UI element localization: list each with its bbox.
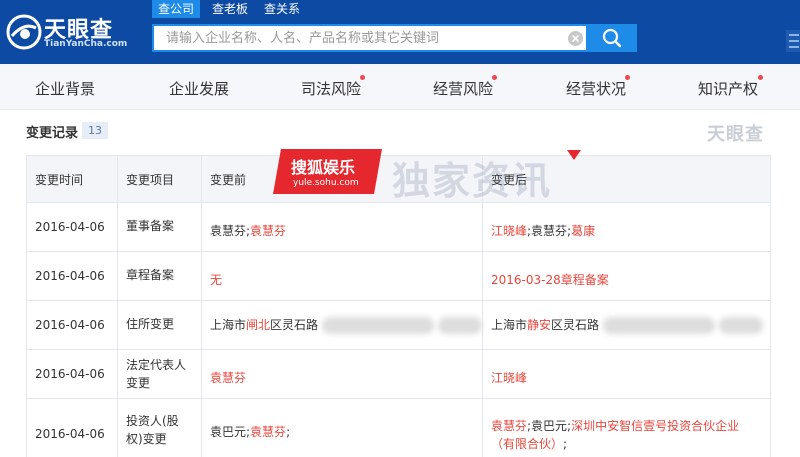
cell-date: 2016-04-06 (26, 398, 118, 457)
column-header-date: 变更时间 (26, 155, 118, 203)
nav-dot-legal-risk (360, 75, 365, 80)
section-title: 变更记录 (26, 126, 79, 141)
text-segment: 上海市 (210, 318, 247, 332)
text-segment: ;袁巴元; (527, 418, 572, 433)
cell-date: 2016-04-06 (26, 300, 118, 350)
top-header: 天眼查 TianYanCha.com 查公司 查老板 查关系 (0, 0, 800, 64)
text-segment: 袁巴元; (210, 424, 251, 439)
sohu-badge-name: 搜狐娱乐 (291, 158, 356, 177)
cell-after: 上海市静安区灵石路 (482, 300, 771, 350)
redacted-address (603, 317, 716, 334)
search-icon (602, 28, 622, 48)
cell-item: 法定代表人 变更 (117, 349, 202, 399)
text-segment-highlight: 无 (210, 273, 223, 287)
nav-item-operation-risk[interactable]: 经营风险 (433, 78, 493, 99)
logo[interactable]: 天眼查 TianYanCha.com (6, 8, 128, 56)
cell-after: 江晓峰;袁慧芬;葛康 (482, 202, 771, 252)
item-line: 权)变更 (126, 431, 167, 446)
redacted-address (322, 317, 435, 334)
cell-after: 江晓峰 (482, 349, 771, 399)
change-record-table: 变更时间 变更项目 变更前 变更后 2016-04-06 董事备案 袁慧芬;袁慧… (26, 155, 771, 457)
cell-before: 袁慧芬 (201, 349, 483, 399)
tianyancha-logo-icon (6, 14, 42, 50)
text-segment-highlight: 袁慧芬 (250, 424, 287, 439)
cell-before: 袁慧芬;袁慧芬 (201, 202, 483, 252)
column-header-item: 变更项目 (117, 155, 202, 203)
sohu-flag-icon (567, 150, 581, 160)
text-segment-highlight: 闸北 (246, 318, 271, 332)
text-segment-highlight: 袁慧芬 (491, 418, 528, 433)
record-count-badge: 13 (82, 122, 108, 139)
redacted-address (438, 317, 483, 334)
search-tab-company[interactable]: 查公司 (152, 0, 201, 18)
nav-dot-ip (758, 75, 763, 80)
cell-before: 上海市闸北区灵石路 (201, 300, 483, 350)
text-segment-highlight: 静安 (527, 318, 552, 332)
logo-subtitle: TianYanCha.com (44, 39, 128, 49)
search-button[interactable] (588, 24, 637, 52)
cell-before: 无 (201, 251, 483, 301)
text-segment-highlight: 葛康 (571, 224, 596, 238)
menu-edge-icon[interactable] (786, 30, 800, 52)
nav-item-development[interactable]: 企业发展 (169, 78, 229, 99)
text-segment: ; (286, 424, 291, 439)
cell-date: 2016-04-06 (26, 349, 118, 399)
text-segment-highlight: 袁慧芬 (250, 224, 287, 238)
table-row: 2016-04-06 投资人(股 权)变更 袁巴元;袁慧芬; 袁慧芬;袁巴元;深圳… (26, 398, 771, 457)
nav-item-ip[interactable]: 知识产权 (698, 78, 758, 99)
nav-item-operation-status[interactable]: 经营状况 (566, 78, 626, 99)
company-nav: 企业背景 企业发展 司法风险 经营风险 经营状况 知识产权 (0, 64, 800, 110)
text-segment: 袁慧芬; (210, 224, 251, 238)
search-tab-boss[interactable]: 查老板 (206, 0, 254, 18)
tianyancha-watermark: 天眼查 (707, 124, 764, 145)
cell-item: 章程备案 (117, 251, 202, 301)
text-segment: 区灵石路 (270, 318, 319, 332)
search-tab-relation[interactable]: 查关系 (258, 0, 306, 18)
text-segment: ; (563, 436, 568, 451)
text-segment: ;袁慧芬; (527, 224, 572, 238)
text-segment: 区灵石路 (551, 318, 600, 332)
cell-date: 2016-04-06 (26, 251, 118, 301)
nav-item-legal-risk[interactable]: 司法风险 (301, 78, 361, 99)
item-line: 住所变更 (126, 317, 175, 331)
nav-dot-operation-status (625, 75, 630, 80)
cell-item: 董事备案 (117, 202, 202, 252)
table-row: 2016-04-06 法定代表人变更 袁慧芬 江晓峰 (26, 349, 771, 399)
item-line: 变更 (126, 376, 151, 390)
cell-after: 2016-03-28章程备案 (482, 251, 771, 301)
cell-before: 袁巴元;袁慧芬; (201, 398, 483, 457)
cell-after: 袁慧芬;袁巴元;深圳中安智信壹号投资合伙企业（有限合伙）; (482, 398, 771, 457)
text-segment: 上海市 (491, 318, 528, 332)
cell-item: 投资人(股权)变更 (117, 398, 202, 457)
text-segment-highlight: 2016-03-28章程备案 (491, 273, 609, 287)
item-line: 董事备案 (126, 219, 175, 233)
text-segment-highlight: 江晓峰 (491, 371, 528, 385)
text-segment-highlight: 袁慧芬 (210, 371, 247, 385)
redacted-address (719, 317, 764, 334)
table-row: 2016-04-06 住所变更 上海市闸北区灵石路 上海市静安区灵石路 (26, 300, 771, 350)
nav-item-background[interactable]: 企业背景 (35, 78, 95, 99)
item-line: 投资人(股 (126, 413, 179, 428)
cell-date: 2016-04-06 (26, 202, 118, 252)
item-line: 章程备案 (126, 268, 175, 282)
table-header-row: 变更时间 变更项目 变更前 变更后 (26, 155, 771, 203)
text-segment-highlight: 江晓峰 (491, 224, 528, 238)
sohu-badge-url: yule.sohu.com (293, 178, 359, 188)
clear-icon[interactable] (568, 31, 583, 46)
table-row: 2016-04-06 章程备案 无 2016-03-28章程备案 (26, 251, 771, 301)
search-input[interactable] (154, 26, 564, 50)
table-row: 2016-04-06 董事备案 袁慧芬;袁慧芬 江晓峰;袁慧芬;葛康 (26, 202, 771, 252)
column-header-after: 变更后 (482, 155, 771, 203)
item-line: 法定代表人 (126, 358, 187, 372)
cell-item: 住所变更 (117, 300, 202, 350)
nav-dot-operation-risk (492, 75, 497, 80)
search-box (152, 24, 588, 52)
